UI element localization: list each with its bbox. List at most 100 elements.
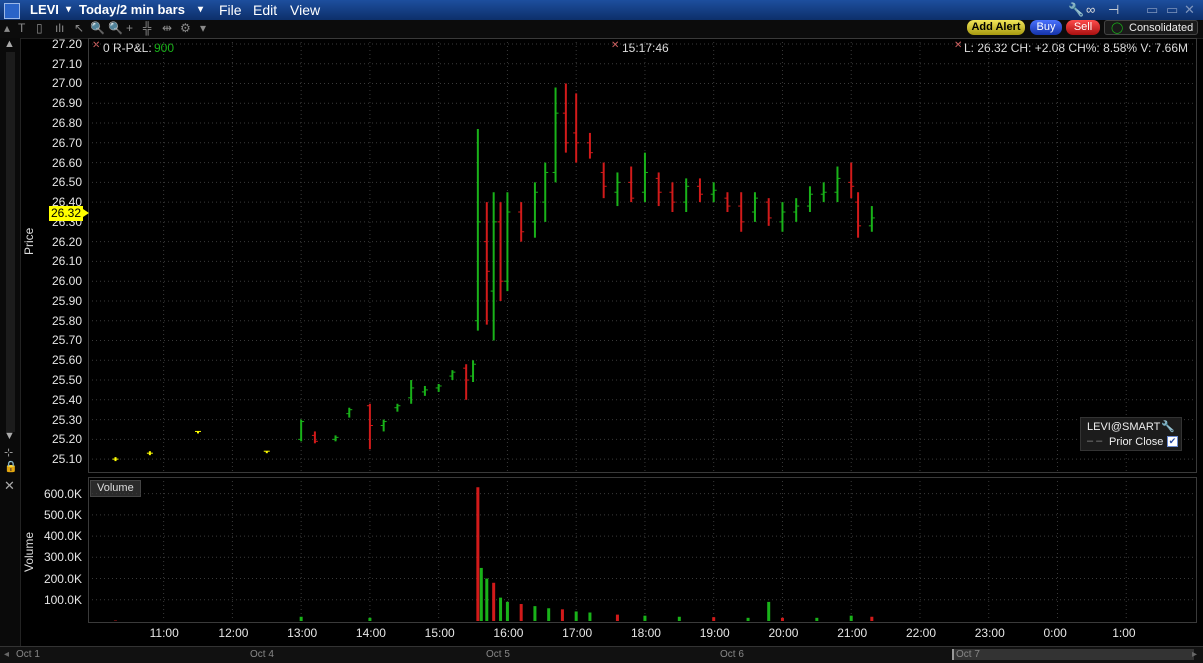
volume-bar: [678, 617, 681, 621]
close-panel-icon[interactable]: ✕: [4, 478, 15, 494]
price-tick-label: 27.00: [30, 76, 82, 90]
volume-chart-svg: [88, 477, 1195, 621]
scale-icon[interactable]: ╬: [143, 21, 152, 35]
price-tick-label: 25.30: [30, 413, 82, 427]
time-tick-label: 1:00: [1112, 626, 1135, 640]
close-icon[interactable]: ✕: [1184, 2, 1195, 18]
volume-tick-label: 600.0K: [30, 487, 82, 501]
volume-bar: [712, 617, 715, 621]
price-tick-label: 25.40: [30, 393, 82, 407]
link-icon[interactable]: ∞: [1086, 2, 1095, 17]
fit-icon[interactable]: ⇹: [162, 21, 172, 35]
prior-close-line-icon: – –: [1087, 435, 1102, 447]
volume-tick-label: 400.0K: [30, 529, 82, 543]
wrench-small-icon[interactable]: 🔧: [1161, 420, 1175, 433]
volume-bar: [643, 616, 646, 621]
volume-tick-label: 500.0K: [30, 508, 82, 522]
volume-bar: [781, 618, 784, 621]
volume-bar: [485, 579, 488, 621]
volume-bar: [492, 583, 495, 621]
date-oct1: Oct 1: [16, 649, 40, 660]
price-tick-label: 26.50: [30, 175, 82, 189]
volume-bar: [767, 602, 770, 621]
price-chart-svg: [88, 38, 1195, 471]
time-tick-label: 22:00: [906, 626, 936, 640]
time-tick-label: 16:00: [493, 626, 523, 640]
time-tick-label: 11:00: [150, 626, 179, 640]
title-bar: LEVI ▾ Today/2 min bars ▾ File Edit View…: [0, 0, 1203, 21]
volume-bar: [588, 613, 591, 621]
crosshair-icon[interactable]: ↖: [74, 21, 84, 35]
consolidated-toggle[interactable]: ◯ Consolidated: [1104, 20, 1198, 35]
volume-bar: [561, 609, 564, 621]
crosshair-small-icon[interactable]: ⊹: [4, 446, 13, 459]
chevron-down-icon[interactable]: ▾: [198, 4, 203, 15]
zoom-in-icon[interactable]: 🔍: [90, 21, 105, 35]
pin-icon[interactable]: ⊣: [1108, 2, 1119, 18]
time-tick-label: 19:00: [700, 626, 730, 640]
prior-close-checkbox[interactable]: ✔: [1167, 436, 1178, 447]
volume-bar: [533, 606, 536, 621]
date-navigator[interactable]: ◂ Oct 1 Oct 4 Oct 5 Oct 6 Oct 7 ▸: [0, 646, 1203, 663]
time-tick-label: 23:00: [975, 626, 1005, 640]
date-range-slider[interactable]: [952, 649, 1194, 660]
price-tick-label: 26.10: [30, 254, 82, 268]
price-tick-label: 25.20: [30, 432, 82, 446]
price-tick-label: 26.80: [30, 116, 82, 130]
volume-bar: [850, 616, 853, 621]
scroll-down-icon[interactable]: ▼: [4, 430, 15, 442]
sell-button[interactable]: Sell: [1066, 20, 1100, 35]
volume-bar: [547, 608, 550, 621]
period-selector[interactable]: Today/2 min bars: [79, 2, 185, 17]
scroll-right-icon[interactable]: ▸: [1192, 649, 1197, 660]
menu-file[interactable]: File: [219, 2, 242, 18]
chevron-down-icon[interactable]: ▾: [66, 4, 71, 15]
left-rail: ▲ ▼ ⊹ 🔒 ✕: [0, 38, 21, 648]
price-tick-label: 25.70: [30, 333, 82, 347]
date-oct5: Oct 5: [486, 649, 510, 660]
legend-box: LEVI@SMART 🔧 – – Prior Close ✔: [1080, 417, 1182, 451]
text-tool-icon[interactable]: T: [18, 21, 25, 35]
time-tick-label: 0:00: [1043, 626, 1066, 640]
volume-bar: [747, 618, 750, 621]
maximize-icon[interactable]: ▭: [1166, 2, 1178, 18]
volume-bar: [499, 598, 502, 621]
symbol-selector[interactable]: LEVI: [30, 2, 59, 17]
volume-bar: [520, 604, 523, 621]
buy-button[interactable]: Buy: [1030, 20, 1062, 35]
volume-tick-label: 100.0K: [30, 593, 82, 607]
cursor-cross-icon[interactable]: +: [126, 21, 133, 35]
legend-prior-close: Prior Close: [1109, 436, 1163, 448]
volume-tick-label: 300.0K: [30, 550, 82, 564]
volume-bar: [506, 602, 509, 621]
volume-tick-label: 200.0K: [30, 572, 82, 586]
scroll-left-icon[interactable]: ◂: [4, 649, 9, 660]
add-alert-button[interactable]: Add Alert: [967, 20, 1025, 35]
chart-toolbar: ▴ T ▯ ılı ↖ 🔍 🔍 + ╬ ⇹ ⚙ ▾ Add Alert Buy …: [0, 20, 1203, 39]
chart-type-icon[interactable]: ılı: [55, 21, 64, 35]
collapse-icon[interactable]: ▴: [4, 21, 10, 35]
minimize-icon[interactable]: ▭: [1146, 2, 1158, 18]
bar-type-icon[interactable]: ▯: [36, 21, 43, 35]
menu-edit[interactable]: Edit: [253, 2, 277, 18]
settings-icon[interactable]: ⚙: [180, 21, 191, 35]
volume-bar: [575, 611, 578, 621]
more-icon[interactable]: ▾: [200, 21, 206, 35]
vertical-scrollbar[interactable]: [6, 52, 15, 432]
time-tick-label: 18:00: [631, 626, 661, 640]
price-tick-label: 26.70: [30, 136, 82, 150]
wrench-icon[interactable]: 🔧: [1068, 2, 1084, 18]
legend-contract: LEVI@SMART: [1087, 421, 1160, 433]
price-tick-label: 25.90: [30, 294, 82, 308]
price-tick-label: 27.10: [30, 57, 82, 71]
lock-icon[interactable]: 🔒: [4, 460, 18, 473]
refresh-icon: ◯: [1111, 21, 1123, 36]
scroll-up-icon[interactable]: ▲: [4, 38, 15, 50]
price-tick-label: 26.60: [30, 156, 82, 170]
zoom-out-icon[interactable]: 🔍: [108, 21, 123, 35]
price-tick-label: 25.80: [30, 314, 82, 328]
volume-bar: [368, 618, 371, 621]
menu-view[interactable]: View: [290, 2, 320, 18]
volume-bar: [870, 617, 873, 621]
price-tick-label: 27.20: [30, 37, 82, 51]
